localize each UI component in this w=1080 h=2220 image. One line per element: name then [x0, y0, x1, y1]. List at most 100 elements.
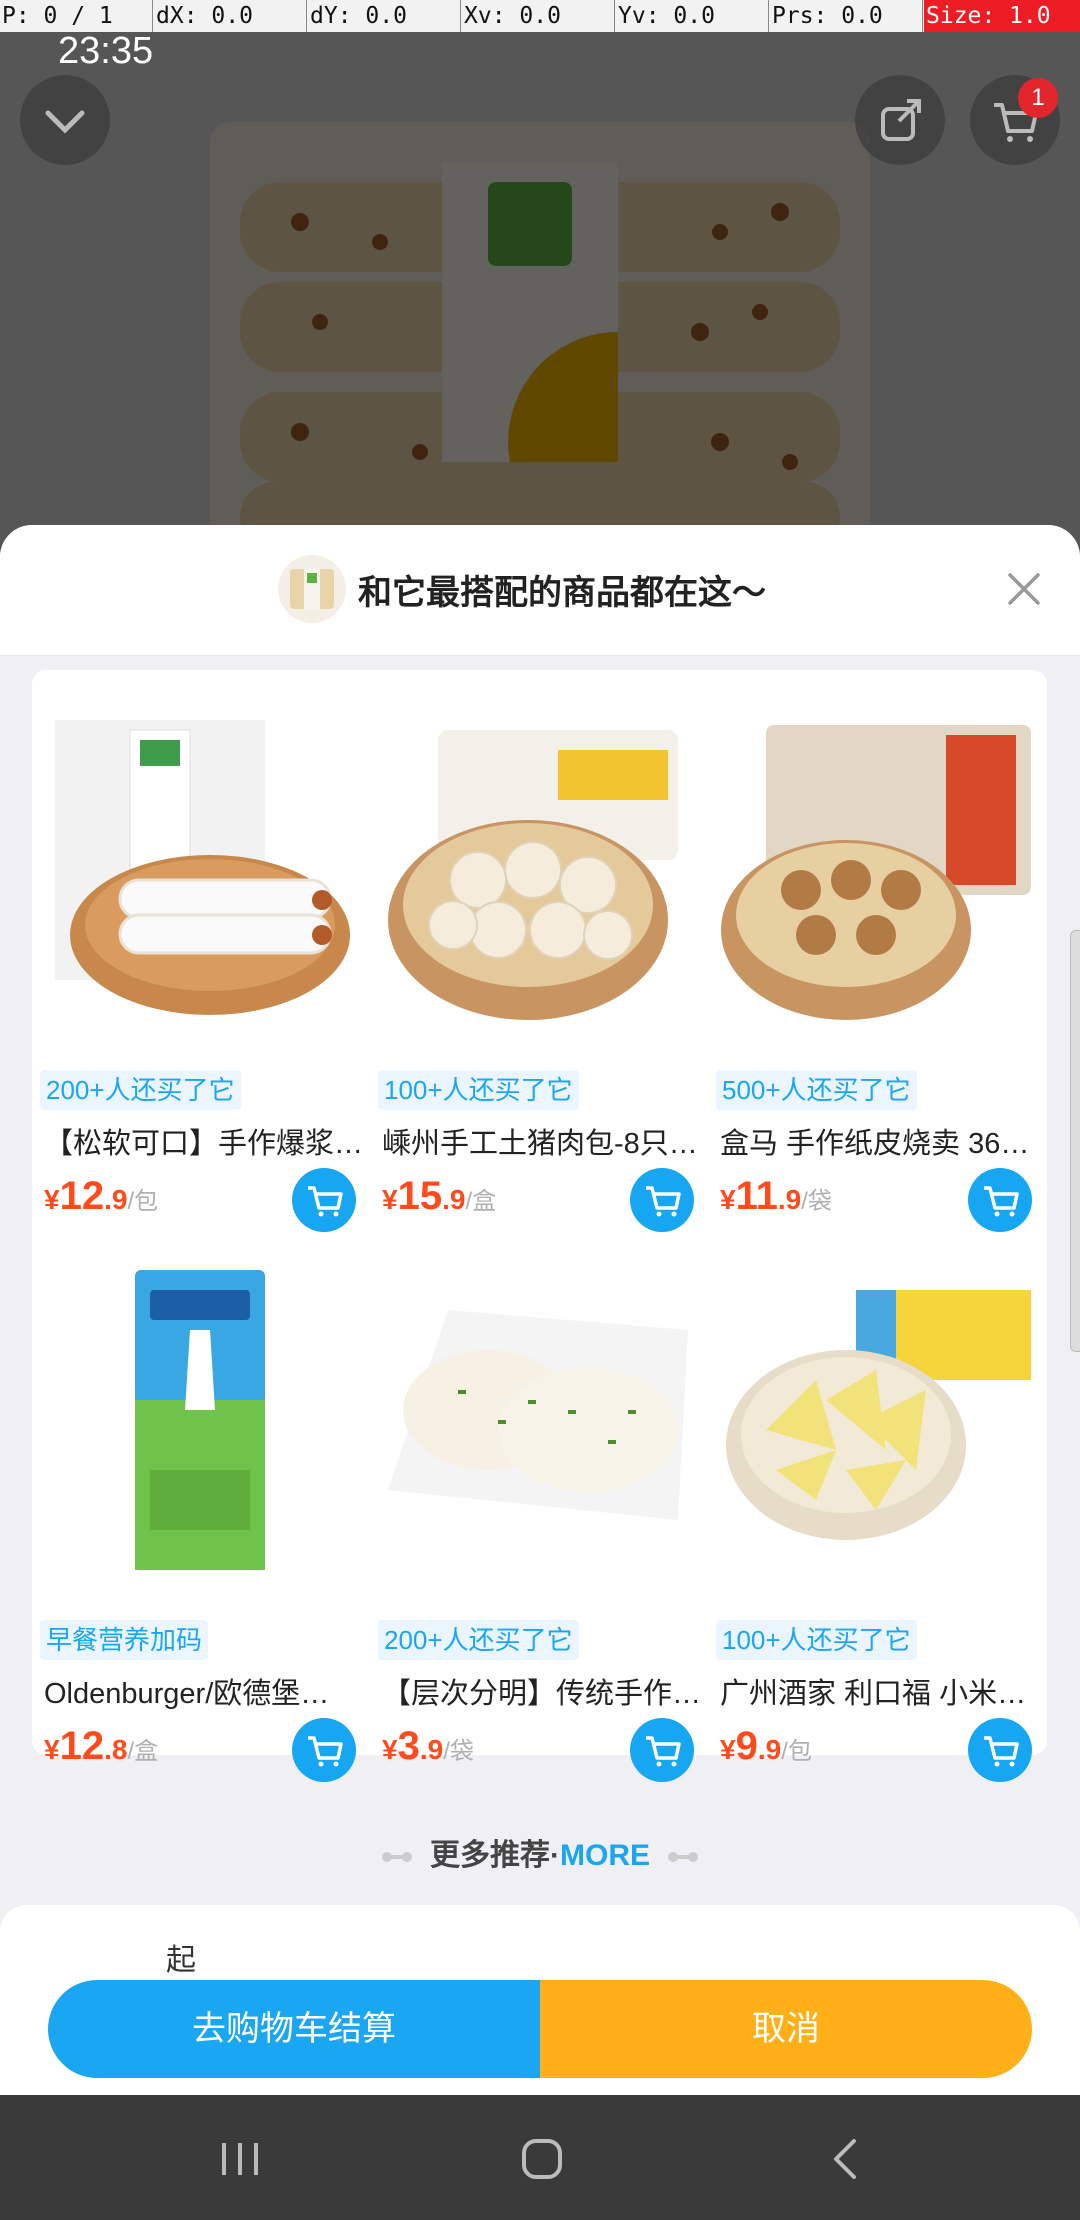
product-tag: 200+人还买了它	[378, 1620, 579, 1660]
product-tag: 500+人还买了它	[716, 1070, 917, 1110]
share-button[interactable]	[855, 75, 945, 165]
cart-icon	[308, 1186, 343, 1217]
product-card[interactable]: 早餐营养加码 Oldenburger/欧德堡… ¥12.8/盒	[32, 1260, 370, 1800]
price-unit: /包	[127, 1188, 159, 1215]
back-icon[interactable]	[822, 2135, 870, 2183]
share-icon	[881, 99, 921, 141]
price-decimal: .9	[419, 1734, 444, 1765]
debug-dy: dY: 0.0	[310, 3, 407, 29]
collapse-button[interactable]	[20, 75, 110, 165]
price-currency: ¥	[44, 1184, 60, 1215]
product-card[interactable]: 200+人还买了它 【松软可口】手作爆浆… ¥12.9/包	[32, 710, 370, 1250]
dots-decoration-icon	[668, 1852, 698, 1863]
home-icon[interactable]	[518, 2135, 566, 2183]
checkout-button[interactable]: 去购物车结算	[48, 1980, 540, 2078]
product-price: ¥9.9/包	[720, 1724, 812, 1769]
product-price: ¥12.8/盒	[44, 1724, 158, 1769]
feed-partial-text: 起	[166, 1944, 196, 1977]
product-name: 【层次分明】传统手作…	[382, 1678, 702, 1710]
add-to-cart-button[interactable]	[630, 1168, 694, 1232]
product-card[interactable]: 200+人还买了它 【层次分明】传统手作… ¥3.9/袋	[370, 1260, 708, 1800]
cart-icon	[984, 1186, 1019, 1217]
product-price: ¥11.9/袋	[720, 1174, 832, 1219]
product-image-scallion-bun	[378, 1260, 698, 1580]
recommendation-sheet: 和它最搭配的商品都在这～ 200+人还买了它 【松软可口】手作爆浆… ¥12.9…	[0, 525, 1080, 2095]
product-image-millet-cake	[716, 1260, 1036, 1580]
product-card[interactable]: 500+人还买了它 盒马 手作纸皮烧卖 36… ¥11.9/袋	[708, 710, 1046, 1250]
product-price: ¥12.9/包	[44, 1174, 158, 1219]
price-integer: 12	[59, 1174, 105, 1218]
price-integer: 12	[59, 1724, 105, 1768]
price-unit: /袋	[801, 1188, 832, 1215]
price-decimal: .9	[442, 1184, 466, 1215]
product-name: 盒马 手作纸皮烧卖 36…	[720, 1128, 1030, 1160]
add-to-cart-button[interactable]	[968, 1168, 1032, 1232]
status-time: 23:35	[58, 30, 154, 72]
product-name: Oldenburger/欧德堡…	[44, 1678, 330, 1710]
product-card[interactable]: 100+人还买了它 嵊州手工土猪肉包-8只… ¥15.9/盒	[370, 710, 708, 1250]
sheet-title: 和它最搭配的商品都在这～	[358, 574, 766, 612]
product-tag: 100+人还买了它	[378, 1070, 579, 1110]
add-to-cart-button[interactable]	[630, 1718, 694, 1782]
cart-icon	[308, 1736, 343, 1767]
add-to-cart-button[interactable]	[292, 1718, 356, 1782]
system-navigation-bar	[0, 2095, 1080, 2220]
close-button[interactable]	[1000, 565, 1048, 613]
price-unit: /盒	[127, 1738, 159, 1765]
product-tag: 100+人还买了它	[716, 1620, 917, 1660]
price-decimal: .8	[104, 1734, 128, 1765]
debug-overlay-bar: P: 0 / 1 dX: 0.0 dY: 0.0 Xv: 0.0 Yv: 0.0…	[0, 0, 1080, 32]
cancel-button[interactable]: 取消	[540, 1980, 1032, 2078]
chevron-down-icon	[45, 110, 85, 134]
recent-apps-icon[interactable]	[218, 2137, 262, 2181]
price-decimal: .9	[777, 1184, 802, 1215]
more-label-cn: 更多推荐·	[430, 1839, 560, 1872]
product-tag: 早餐营养加码	[40, 1620, 209, 1660]
product-image-baozi	[378, 710, 698, 1030]
price-decimal: .9	[757, 1734, 782, 1765]
product-price: ¥3.9/袋	[382, 1724, 474, 1769]
close-icon	[1008, 573, 1040, 605]
price-currency: ¥	[382, 1734, 398, 1765]
product-name: 嵊州手工土猪肉包-8只…	[382, 1128, 698, 1160]
price-integer: 11	[735, 1174, 778, 1218]
cart-icon	[646, 1186, 681, 1217]
price-currency: ¥	[720, 1184, 736, 1215]
debug-yv: Yv: 0.0	[618, 3, 715, 29]
sheet-header: 和它最搭配的商品都在这～	[0, 525, 1080, 656]
debug-pointer: P: 0 / 1	[2, 3, 113, 29]
price-integer: 15	[397, 1174, 443, 1218]
debug-dx: dX: 0.0	[156, 3, 253, 29]
product-image-mantou	[40, 710, 360, 1030]
more-label-en: MORE	[560, 1839, 650, 1872]
cart-icon	[984, 1736, 1019, 1767]
product-grid: 200+人还买了它 【松软可口】手作爆浆… ¥12.9/包 100+人还买了它 …	[32, 670, 1047, 1782]
dots-decoration-icon	[382, 1852, 412, 1863]
sheet-product-thumbnail	[278, 555, 346, 623]
product-tag: 200+人还买了它	[40, 1070, 241, 1110]
price-integer: 3	[397, 1724, 420, 1768]
product-name: 广州酒家 利口福 小米…	[720, 1678, 1027, 1710]
more-recommendations-divider: 更多推荐·MORE	[0, 1830, 1080, 1874]
price-currency: ¥	[720, 1734, 736, 1765]
add-to-cart-button[interactable]	[968, 1718, 1032, 1782]
add-to-cart-button[interactable]	[292, 1168, 356, 1232]
price-unit: /包	[781, 1738, 812, 1765]
price-decimal: .9	[104, 1184, 128, 1215]
price-currency: ¥	[44, 1734, 60, 1765]
cart-count-badge: 1	[1018, 78, 1058, 118]
scroll-edge-indicator	[1070, 930, 1080, 1352]
debug-xv: Xv: 0.0	[464, 3, 561, 29]
product-card[interactable]: 100+人还买了它 广州酒家 利口福 小米… ¥9.9/包	[708, 1260, 1046, 1800]
price-integer: 9	[735, 1724, 758, 1768]
product-image-milk	[40, 1260, 360, 1580]
debug-size: Size: 1.0	[924, 0, 1080, 32]
product-price: ¥15.9/盒	[382, 1174, 496, 1219]
cart-icon	[646, 1736, 681, 1767]
price-unit: /盒	[465, 1188, 497, 1215]
price-currency: ¥	[382, 1184, 398, 1215]
debug-prs: Prs: 0.0	[772, 3, 883, 29]
product-name: 【松软可口】手作爆浆…	[44, 1128, 364, 1160]
product-image-shaomai	[716, 710, 1036, 1030]
price-unit: /袋	[443, 1738, 474, 1765]
